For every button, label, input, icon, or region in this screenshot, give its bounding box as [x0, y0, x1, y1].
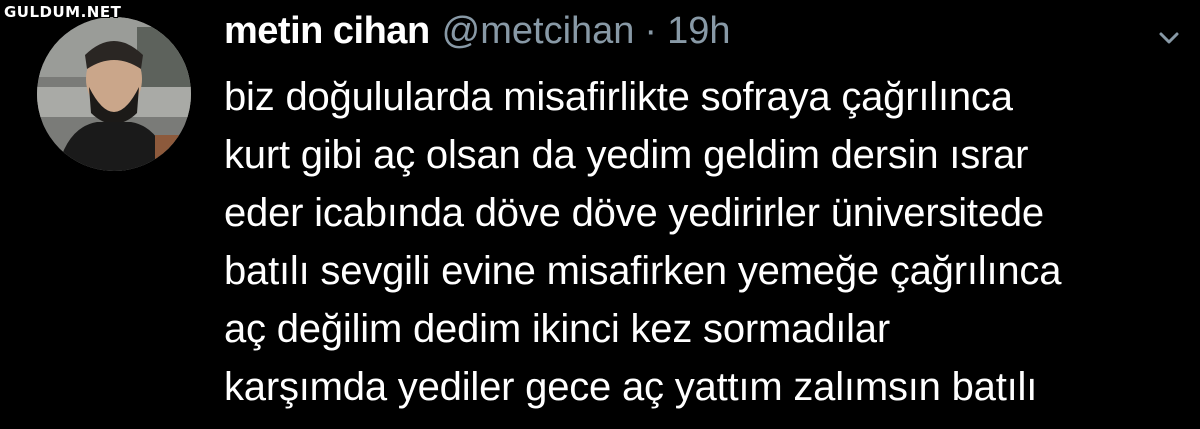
user-handle[interactable]: @metcihan: [442, 10, 635, 53]
tweet-text: biz doğulularda misafirlikte sofraya çağ…: [224, 68, 1184, 416]
tweet: metin cihan @metcihan · 19h biz doğulula…: [224, 10, 1184, 416]
timestamp[interactable]: 19h: [667, 10, 730, 53]
separator-dot: ·: [644, 10, 658, 52]
tweet-text-line: batılı sevgili evine misafirken yemeğe ç…: [224, 249, 1062, 293]
chevron-down-icon[interactable]: [1153, 22, 1185, 54]
display-name[interactable]: metin cihan: [224, 10, 430, 53]
tweet-text-line: biz doğulularda misafirlikte sofraya çağ…: [224, 75, 1013, 119]
avatar-image: [37, 17, 191, 171]
tweet-text-line: kurt gibi aç olsan da yedim geldim dersi…: [224, 133, 1029, 177]
tweet-text-line: eder icabında döve döve yedirirler ünive…: [224, 191, 1044, 235]
tweet-header: metin cihan @metcihan · 19h: [224, 10, 1184, 60]
tweet-text-line: aç değilim dedim ikinci kez sormadılar: [224, 307, 890, 351]
tweet-text-line: karşımda yediler gece aç yattım zalımsın…: [224, 365, 1038, 409]
avatar[interactable]: [37, 17, 191, 171]
site-watermark: GULDUM.NET: [4, 3, 122, 21]
